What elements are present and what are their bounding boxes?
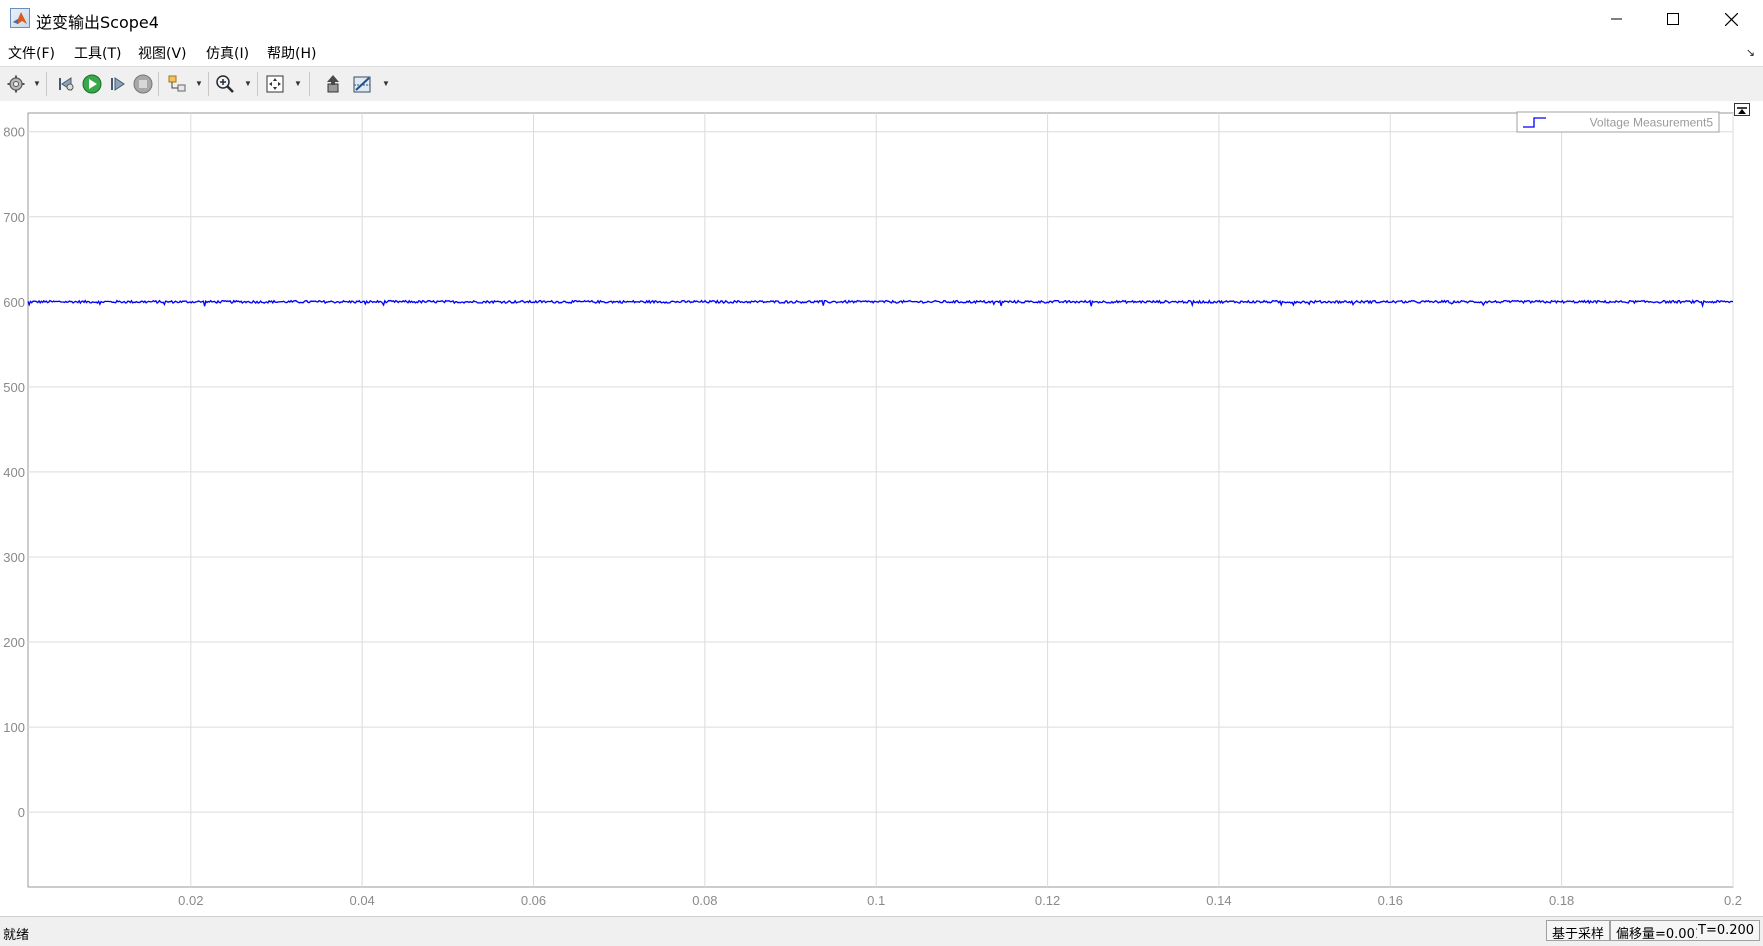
undock-button[interactable]	[1734, 103, 1750, 116]
stop-icon[interactable]	[132, 73, 154, 95]
zoom-dropdown-arrow[interactable]: ▼	[244, 79, 252, 88]
x-tick-label: 0.18	[1549, 893, 1574, 908]
close-icon	[1724, 12, 1738, 26]
autoscale-icon[interactable]	[264, 73, 286, 95]
menu-bar: 文件(F) 工具(T) 视图(V) 仿真(I) 帮助(H) ↘	[0, 38, 1763, 66]
scope-chart[interactable]: 0.02 0.04 0.06 0.08 0.1 0.12 0.14 0.16 0.18 0.2 0 1…	[0, 101, 1763, 916]
window-title: 逆变输出Scope4	[36, 13, 159, 32]
highlight-simulink-block-icon[interactable]	[166, 73, 188, 95]
undock-menu-arrow[interactable]: ↘	[1746, 46, 1755, 59]
autoscale-dropdown-arrow[interactable]: ▼	[294, 79, 302, 88]
y-tick-label: 300	[3, 550, 25, 565]
x-tick-label: 0.04	[349, 893, 374, 908]
plot-area: 0.02 0.04 0.06 0.08 0.1 0.12 0.14 0.16 0.18 0.2 0 1…	[0, 101, 1763, 916]
y-tick-label: 800	[3, 125, 25, 140]
status-mode: 基于采样	[1546, 920, 1611, 942]
step-back-icon[interactable]	[54, 73, 76, 95]
status-time: T=0.200	[1697, 920, 1761, 941]
y-tick-label: 600	[3, 295, 25, 310]
toolbar-separator	[158, 72, 159, 96]
minimize-icon	[1611, 18, 1622, 20]
toolbar-separator	[257, 72, 258, 96]
matlab-icon	[10, 8, 30, 28]
x-tick-label: 0.08	[692, 893, 717, 908]
x-tick-label: 0.06	[521, 893, 546, 908]
run-icon[interactable]	[81, 73, 103, 95]
settings-dropdown-arrow[interactable]: ▼	[33, 79, 41, 88]
y-tick-label: 100	[3, 720, 25, 735]
menu-help[interactable]: 帮助(H)	[267, 43, 316, 63]
settings-gear-icon[interactable]	[5, 73, 27, 95]
status-offset: 偏移量=0.001	[1610, 920, 1709, 942]
axes-box	[27, 112, 1734, 888]
legend[interactable]: Voltage Measurement5	[1516, 111, 1720, 133]
zoom-in-icon[interactable]	[214, 73, 236, 95]
status-ready: 就绪	[3, 928, 30, 943]
menu-file[interactable]: 文件(F)	[8, 43, 55, 63]
undock-icon	[1737, 107, 1747, 114]
minimize-button[interactable]	[1588, 0, 1646, 38]
status-bar: 就绪 基于采样 偏移量=0.001 T=0.200	[0, 916, 1763, 946]
maximize-icon	[1667, 13, 1679, 25]
close-button[interactable]	[1702, 0, 1760, 38]
x-tick-label: 0.02	[178, 893, 203, 908]
highlight-dropdown-arrow[interactable]: ▼	[195, 79, 203, 88]
toolbar-separator	[309, 72, 310, 96]
y-tick-label: 400	[3, 465, 25, 480]
restore-view-icon[interactable]	[322, 73, 344, 95]
step-forward-icon[interactable]	[107, 73, 129, 95]
measurements-dropdown-arrow[interactable]: ▼	[382, 79, 390, 88]
y-tick-label: 0	[18, 805, 25, 820]
legend-label: Voltage Measurement5	[1590, 116, 1714, 130]
x-tick-label: 0.12	[1035, 893, 1060, 908]
toolbar-separator	[46, 72, 47, 96]
toolbar-separator	[208, 72, 209, 96]
maximize-button[interactable]	[1644, 0, 1702, 38]
title-bar: 逆变输出Scope4	[0, 0, 1763, 39]
x-tick-label: 0.1	[867, 893, 885, 908]
y-tick-label: 500	[3, 380, 25, 395]
x-tick-label: 0.16	[1378, 893, 1403, 908]
menu-view[interactable]: 视图(V)	[138, 43, 187, 63]
cursor-measurements-icon[interactable]	[352, 73, 374, 95]
menu-simulation[interactable]: 仿真(I)	[206, 43, 249, 63]
y-tick-label: 700	[3, 210, 25, 225]
x-tick-label: 0.14	[1206, 893, 1231, 908]
toolbar: ▼ ▼ ▼ ▼ ▼	[0, 66, 1763, 102]
x-tick-label: 0.2	[1724, 893, 1742, 908]
y-tick-label: 200	[3, 635, 25, 650]
menu-tools[interactable]: 工具(T)	[74, 43, 121, 63]
